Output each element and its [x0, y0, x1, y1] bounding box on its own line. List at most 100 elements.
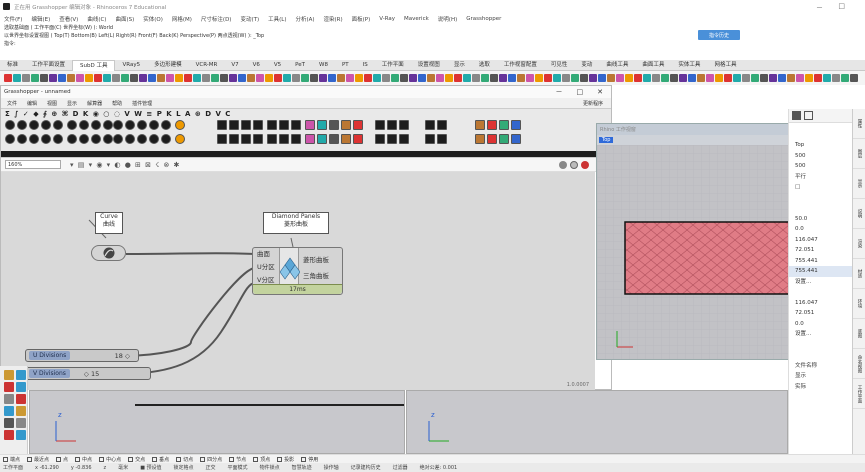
left-tool-icon[interactable] [16, 370, 26, 380]
component-icon[interactable] [267, 134, 277, 144]
toolbar-icon[interactable] [832, 74, 840, 82]
preview-shaded-icon[interactable] [570, 160, 578, 169]
osnap-option[interactable]: 端点 [3, 456, 20, 463]
component-icon[interactable] [305, 120, 315, 130]
component-icon[interactable] [137, 134, 147, 144]
toolbar-icon[interactable] [517, 74, 525, 82]
toolbar-icon[interactable] [400, 74, 408, 82]
property-value[interactable] [789, 203, 852, 214]
toolbar-icon[interactable] [283, 74, 291, 82]
component-tab-strip[interactable]: Σ ∫ ✓ ◆ ∮ ⊕ ⌘ D K ◉ ○ ◌ V W ≡ P K L A ⊛ … [1, 109, 611, 119]
toolbar-icon[interactable] [715, 74, 723, 82]
toolbar-tab[interactable]: 工作视窗配置 [497, 60, 544, 71]
toolbar-icon[interactable] [706, 74, 714, 82]
status-item[interactable]: 平面模式 [228, 464, 248, 471]
component-icon[interactable] [149, 120, 159, 130]
toolbar-tab[interactable]: V5 [267, 60, 288, 71]
component-icon[interactable] [113, 134, 123, 144]
slider-u-value[interactable]: 18 ◇ [115, 352, 130, 360]
toolbar-icon[interactable] [787, 74, 795, 82]
component-icon[interactable] [229, 120, 239, 130]
status-item[interactable]: ■ 预设值 [140, 464, 161, 471]
toolbar-tab[interactable]: SubD 工具 [72, 59, 116, 71]
toolbar-icon[interactable] [76, 74, 84, 82]
toolbar-icon[interactable] [589, 74, 597, 82]
component-icon[interactable] [475, 134, 485, 144]
menu-item[interactable]: 面板(P) [352, 15, 371, 23]
maximize-button[interactable]: □ [838, 2, 845, 10]
component-icon[interactable] [375, 120, 385, 130]
input-u-divisions[interactable]: U分区 [257, 261, 279, 274]
component-icon[interactable] [241, 134, 251, 144]
toolbar-tab[interactable]: 设置视图 [411, 60, 447, 71]
property-value[interactable]: 实际 [789, 382, 852, 393]
toolbar-icon[interactable] [202, 74, 210, 82]
component-icon[interactable] [375, 134, 385, 144]
status-item[interactable]: y -0.836 [71, 465, 92, 471]
checkbox-icon[interactable] [27, 456, 33, 462]
output-diamond-panels[interactable]: 菱形曲板 [303, 252, 344, 268]
gh-maximize-button[interactable]: □ [577, 88, 584, 96]
toolbar-tab[interactable]: 网格工具 [707, 60, 743, 71]
toolbar-icon[interactable] [544, 74, 552, 82]
status-item[interactable]: 智慧轨迹 [292, 464, 312, 471]
toolbar-tab[interactable]: PT [335, 60, 356, 71]
component-icon[interactable] [161, 120, 171, 130]
toolbar-icon[interactable] [580, 74, 588, 82]
property-value[interactable]: 0.0 [789, 319, 852, 330]
status-item[interactable]: x -61.290 [35, 465, 59, 471]
right-panel-tab[interactable]: 图层 [853, 139, 865, 169]
toolbar-icon[interactable] [778, 74, 786, 82]
toolbar-icon[interactable] [166, 74, 174, 82]
left-tool-icon[interactable] [16, 394, 26, 404]
osnap-option[interactable]: 停用 [301, 456, 318, 463]
component-icon[interactable] [53, 120, 63, 130]
checkbox-icon[interactable] [3, 456, 8, 462]
toolbar-tab[interactable]: 工作平面设置 [25, 60, 72, 71]
component-icon[interactable] [267, 120, 277, 130]
toolbar-icon[interactable] [409, 74, 417, 82]
right-panel-tab[interactable]: 说明 [853, 199, 865, 229]
component-icon[interactable] [29, 134, 39, 144]
status-item[interactable]: 正交 [206, 464, 216, 471]
toolbar-tab[interactable]: W8 [312, 60, 335, 71]
status-item[interactable]: 工作平面 [3, 464, 23, 471]
property-value[interactable]: 0.0 [789, 224, 852, 235]
toolbar-icon[interactable] [481, 74, 489, 82]
component-icon[interactable] [79, 134, 89, 144]
property-value[interactable]: 72.051 [789, 245, 852, 256]
toolbar-icon[interactable] [616, 74, 624, 82]
gh-menu-item[interactable]: 编辑 [27, 100, 37, 107]
toolbar-icon[interactable] [211, 74, 219, 82]
property-value[interactable]: 500 [789, 151, 852, 162]
component-icon[interactable] [499, 134, 509, 144]
toolbar-icon[interactable] [733, 74, 741, 82]
command-prompt[interactable]: 指令: [0, 40, 865, 48]
component-icon[interactable] [499, 120, 509, 130]
toolbar-icon[interactable] [112, 74, 120, 82]
right-viewport[interactable]: z [406, 390, 788, 454]
menu-item[interactable]: 曲面(S) [115, 15, 134, 23]
property-value[interactable]: □ [789, 182, 852, 193]
toolbar-tab[interactable]: 显示 [447, 60, 472, 71]
toolbar-icon[interactable] [292, 74, 300, 82]
property-value[interactable]: 116.047 [789, 298, 852, 309]
gh-menu-item[interactable]: 显示 [67, 100, 77, 107]
toolbar-tab[interactable]: 曲面工具 [635, 60, 671, 71]
osnap-option[interactable]: 垂点 [152, 456, 169, 463]
toolbar-icon[interactable] [31, 74, 39, 82]
left-tool-icon[interactable] [4, 418, 14, 428]
component-icon[interactable] [487, 134, 497, 144]
component-icon[interactable] [53, 134, 63, 144]
component-icon[interactable] [41, 134, 51, 144]
right-panel-tab[interactable]: 显示 [853, 169, 865, 199]
property-value[interactable]: 显示 [789, 371, 852, 382]
toolbar-icon[interactable] [103, 74, 111, 82]
component-icon[interactable] [291, 134, 301, 144]
toolbar-icon[interactable] [526, 74, 534, 82]
properties-object-icon[interactable] [792, 111, 801, 120]
toolbar-tab[interactable]: VRay5 [115, 60, 147, 71]
right-panel-tab[interactable]: 命名视图 [853, 349, 865, 379]
property-value[interactable]: 平行 [789, 172, 852, 183]
slider-v-value[interactable]: ◇ 15 [84, 370, 99, 378]
